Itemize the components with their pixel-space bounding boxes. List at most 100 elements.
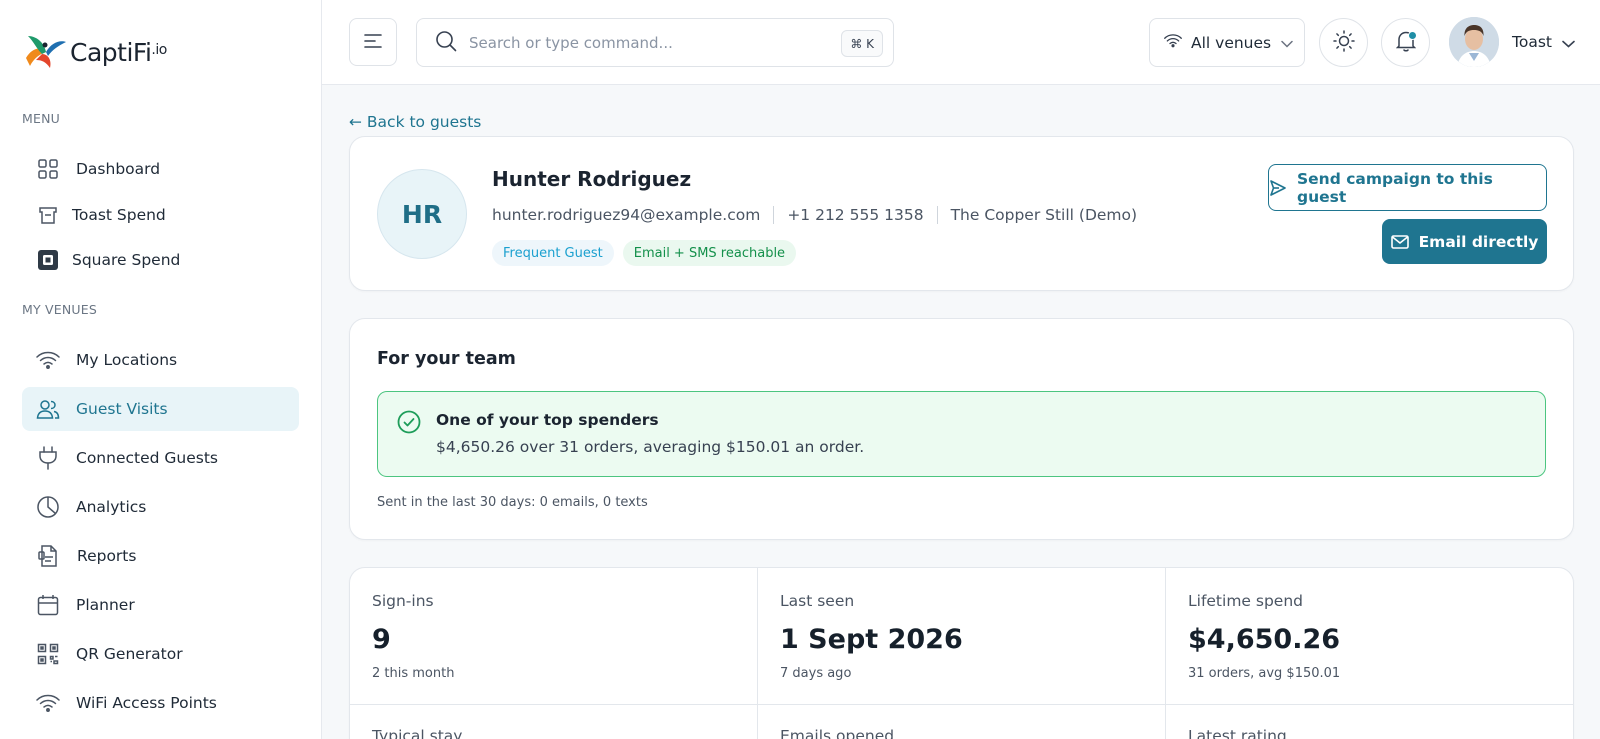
send-icon <box>1269 179 1287 197</box>
guest-avatar: HR <box>377 169 467 259</box>
sidebar-item-label: Square Spend <box>72 251 181 269</box>
grid-icon <box>36 157 60 181</box>
guest-contact-info: hunter.rodriguez94@example.com +1 212 55… <box>492 206 1137 224</box>
sidebar-item-label: Connected Guests <box>76 449 218 467</box>
alert-body: $4,650.26 over 31 orders, averaging $150… <box>436 438 865 456</box>
theme-toggle-button[interactable] <box>1319 18 1368 67</box>
user-menu[interactable]: Toast <box>1449 17 1575 67</box>
alert-title: One of your top spenders <box>436 411 659 429</box>
stat-label: Sign-ins <box>372 592 434 610</box>
divider <box>773 206 775 224</box>
guest-profile-card: HR Hunter Rodriguez hunter.rodriguez94@e… <box>349 136 1574 291</box>
wifi-icon <box>1164 33 1182 52</box>
pie-chart-icon <box>36 495 60 519</box>
guest-email[interactable]: hunter.rodriguez94@example.com <box>492 206 760 224</box>
check-circle-icon <box>397 410 421 438</box>
stat-value: 1 Sept 2026 <box>780 624 963 655</box>
sidebar-item-qr-generator[interactable]: QR Generator <box>22 632 299 676</box>
stat-sign-ins: Sign-ins 9 2 this month <box>350 568 758 705</box>
notification-dot <box>1408 31 1417 40</box>
sidebar-item-label: WiFi Access Points <box>76 694 217 712</box>
guest-name: Hunter Rodriguez <box>492 167 692 191</box>
search-box[interactable]: ⌘ K <box>416 18 894 67</box>
wifi-icon <box>36 691 60 715</box>
badge-reachable: Email + SMS reachable <box>622 240 797 266</box>
stat-label: Latest rating <box>1188 727 1287 739</box>
sidebar-item-analytics[interactable]: Analytics <box>22 485 299 529</box>
guest-badges: Frequent Guest Email + SMS reachable <box>492 240 805 266</box>
stat-sub: 2 this month <box>372 666 455 681</box>
divider <box>936 206 938 224</box>
send-campaign-label: Send campaign to this guest <box>1297 169 1493 206</box>
wifi-icon <box>36 348 60 372</box>
stat-latest-rating: Latest rating <box>1166 705 1573 739</box>
stat-label: Typical stay <box>372 727 463 739</box>
badge-frequent-guest: Frequent Guest <box>492 240 614 266</box>
guest-venue: The Copper Still (Demo) <box>950 206 1138 224</box>
sidebar-item-guest-visits[interactable]: Guest Visits <box>22 387 299 431</box>
sidebar-item-planner[interactable]: Planner <box>22 583 299 627</box>
calendar-icon <box>36 593 60 617</box>
avatar <box>1449 17 1499 67</box>
sidebar-item-label: Reports <box>77 547 137 565</box>
square-icon <box>36 248 60 272</box>
sidebar-item-label: Toast Spend <box>72 206 166 224</box>
users-icon <box>36 397 60 421</box>
email-directly-label: Email directly <box>1418 232 1539 251</box>
bird-logo-icon <box>22 32 68 72</box>
team-notes-card: For your team One of your top spenders $… <box>349 318 1574 540</box>
guest-stats-card: Sign-ins 9 2 this month Last seen 1 Sept… <box>349 567 1574 739</box>
venue-select[interactable]: All venues <box>1149 18 1305 67</box>
shortcut-hint: ⌘ K <box>841 30 883 57</box>
stat-lifetime-spend: Lifetime spend $4,650.26 31 orders, avg … <box>1166 568 1573 705</box>
stat-label: Emails opened <box>780 727 895 739</box>
search-input[interactable] <box>469 33 829 52</box>
sent-summary: Sent in the last 30 days: 0 emails, 0 te… <box>377 495 648 510</box>
qr-icon <box>36 642 60 666</box>
stat-sub: 31 orders, avg $150.01 <box>1188 666 1341 681</box>
stat-emails-opened: Emails opened <box>758 705 1166 739</box>
stat-value: 9 <box>372 624 391 655</box>
team-card-title: For your team <box>377 349 516 369</box>
sidebar-item-label: Dashboard <box>76 160 161 178</box>
stat-value: $4,650.26 <box>1188 624 1341 655</box>
brand-name: CaptiFi.io <box>70 37 167 67</box>
back-to-guests-link[interactable]: ← Back to guests <box>349 113 481 131</box>
sidebar-item-square-spend[interactable]: Square Spend <box>22 238 299 282</box>
menu-section-label: MENU <box>22 111 60 126</box>
sidebar-item-label: My Locations <box>76 351 178 369</box>
chevron-down-icon <box>1562 33 1575 52</box>
notifications-button[interactable] <box>1381 18 1430 67</box>
guest-phone[interactable]: +1 212 555 1358 <box>787 206 923 224</box>
sidebar-item-label: Guest Visits <box>76 400 168 418</box>
sidebar-item-my-locations[interactable]: My Locations <box>22 338 299 382</box>
menu-toggle-button[interactable] <box>349 18 397 66</box>
email-directly-button[interactable]: Email directly <box>1382 219 1547 264</box>
topbar: ⌘ K All venues Toast <box>322 0 1600 85</box>
plug-icon <box>36 446 60 470</box>
sidebar-item-label: Analytics <box>76 498 147 516</box>
stat-label: Lifetime spend <box>1188 592 1303 610</box>
sun-icon <box>1332 29 1355 56</box>
mail-icon <box>1390 234 1409 249</box>
stat-label: Last seen <box>780 592 855 610</box>
sidebar-item-reports[interactable]: Reports <box>22 534 299 578</box>
sidebar-item-label: Planner <box>76 596 135 614</box>
toast-icon <box>36 203 60 227</box>
stat-sub: 7 days ago <box>780 666 852 681</box>
sidebar-item-wifi-access-points[interactable]: WiFi Access Points <box>22 681 299 725</box>
sidebar-item-label: QR Generator <box>76 645 183 663</box>
stat-last-seen: Last seen 1 Sept 2026 7 days ago <box>758 568 1166 705</box>
sidebar-item-toast-spend[interactable]: Toast Spend <box>22 193 299 237</box>
user-name: Toast <box>1512 33 1552 51</box>
search-icon <box>435 30 457 56</box>
sidebar: CaptiFi.io MENU Dashboard Toast Spend Sq… <box>0 0 322 739</box>
stat-typical-stay: Typical stay <box>350 705 758 739</box>
brand-logo[interactable]: CaptiFi.io <box>22 32 167 72</box>
sidebar-item-dashboard[interactable]: Dashboard <box>22 147 299 191</box>
menu-icon <box>364 33 382 52</box>
venue-select-label: All venues <box>1191 33 1272 52</box>
sidebar-item-connected-guests[interactable]: Connected Guests <box>22 436 299 480</box>
report-icon <box>36 544 60 568</box>
send-campaign-button[interactable]: Send campaign to this guest <box>1268 164 1547 211</box>
